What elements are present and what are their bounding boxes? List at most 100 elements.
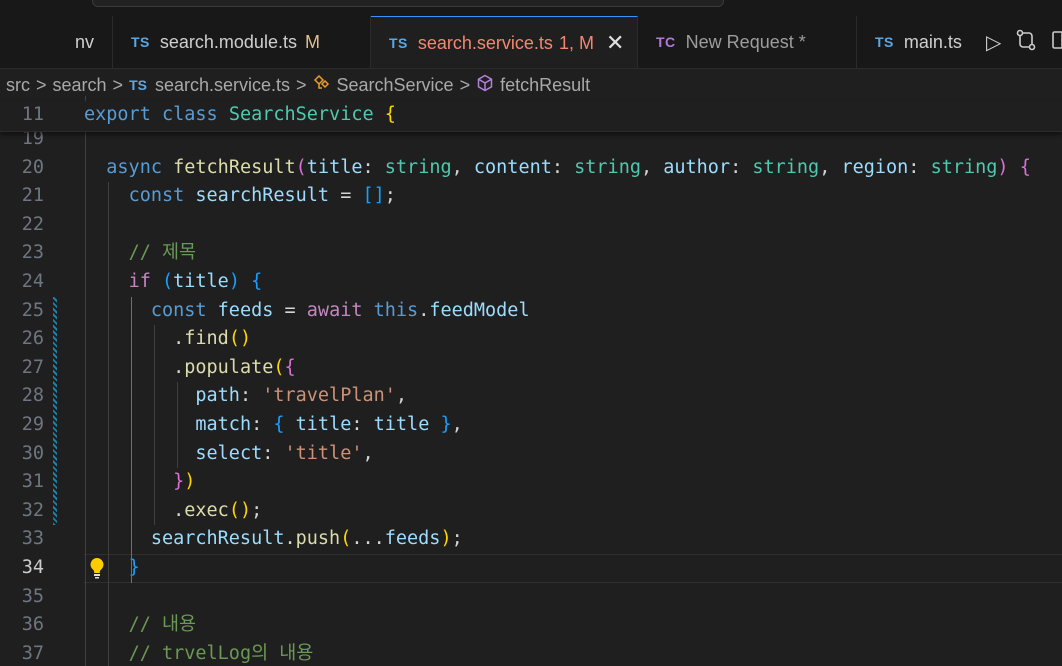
line-number: 32	[21, 499, 44, 521]
code-token: string	[574, 156, 641, 178]
lightbulb-icon[interactable]	[89, 557, 105, 579]
line-number: 26	[21, 328, 44, 350]
code-line[interactable]: 30 select: 'title',	[0, 440, 1062, 469]
code-token: populate	[184, 356, 274, 378]
line-number: 25	[21, 299, 44, 321]
method-icon	[476, 74, 494, 97]
vscode-window: nv TS search.module.ts M TS search.servi…	[0, 0, 1062, 666]
code-line[interactable]: 29 match: { title: title },	[0, 411, 1062, 440]
code-line[interactable]: 23 // 제목	[0, 239, 1062, 268]
code-token: :	[551, 156, 575, 178]
breadcrumb-method[interactable]: fetchResult	[500, 75, 590, 96]
code-token: exec	[184, 499, 229, 521]
code-line[interactable]: 20 async fetchResult(title: string, cont…	[0, 154, 1062, 183]
code-content: if (title) {	[84, 268, 263, 297]
code-token: ,	[819, 156, 842, 178]
tab-search-service[interactable]: TS search.service.ts 1, M ✕	[371, 16, 638, 68]
code-token: SearchService	[228, 104, 374, 125]
code-token: author	[663, 156, 731, 178]
line-number: 33	[21, 528, 44, 550]
line-number: 31	[21, 471, 44, 493]
line-number: 21	[21, 185, 44, 207]
code-content: // trvelLog의 내용	[84, 640, 314, 666]
code-token: (	[340, 528, 352, 550]
breadcrumb-folder-search[interactable]: search	[53, 75, 107, 96]
tab-status: M	[304, 31, 320, 52]
breadcrumb-file[interactable]: search.service.ts	[155, 75, 290, 96]
code-token: []	[362, 185, 385, 207]
code-token: ;	[251, 499, 263, 521]
code-line[interactable]: 32 .exec();	[0, 497, 1062, 526]
breadcrumb-folder-src[interactable]: src	[6, 75, 30, 96]
code-token: =	[329, 185, 363, 207]
code-token: )	[997, 156, 1009, 178]
split-editor-icon[interactable]	[1051, 29, 1062, 56]
code-token: :	[351, 414, 374, 435]
code-content: path: 'travelPlan',	[84, 382, 407, 411]
code-line[interactable]: 25 const feeds = await this.feedModel	[0, 297, 1062, 326]
code-line[interactable]: 37 // trvelLog의 내용	[0, 640, 1062, 666]
code-line[interactable]: 33 searchResult.push(...feeds);	[0, 525, 1062, 554]
breadcrumb: src > search > TS search.service.ts > Se…	[0, 69, 1062, 101]
code-line[interactable]: 28 path: 'travelPlan',	[0, 382, 1062, 411]
code-token: {	[284, 356, 296, 378]
code-token: {	[1019, 156, 1031, 178]
code-token: match	[195, 414, 252, 435]
code-editor[interactable]: 19 20 async fetchResult(title: string, co…	[0, 96, 1062, 666]
code-token: ,	[451, 156, 474, 178]
code-content: .find()	[84, 325, 251, 354]
code-token: )	[184, 471, 196, 493]
code-line[interactable]: 36 // 내용	[0, 611, 1062, 640]
editor-actions: ▷	[976, 16, 1062, 68]
tab-search-module[interactable]: TS search.module.ts M	[113, 16, 371, 68]
typescript-file-icon: TS	[129, 77, 147, 93]
code-token: .	[418, 299, 430, 321]
code-token: // 제목	[128, 242, 197, 264]
tab-new-request[interactable]: TC New Request *	[638, 16, 857, 68]
tab-env[interactable]: nv	[0, 16, 113, 68]
code-content: })	[84, 468, 195, 497]
code-token: title	[173, 271, 229, 292]
code-content: async fetchResult(title: string, content…	[84, 154, 1031, 183]
command-center[interactable]	[92, 0, 724, 7]
code-token: {	[251, 271, 263, 292]
indent-guide	[85, 96, 86, 666]
code-token: }	[173, 471, 185, 493]
code-token: .	[284, 528, 296, 550]
sticky-scroll-header[interactable]: 11 export class SearchService {	[0, 101, 1062, 132]
code-line[interactable]: 26 .find()	[0, 325, 1062, 354]
code-content: .populate({	[84, 354, 296, 383]
code-line[interactable]: 22	[0, 211, 1062, 240]
code-line[interactable]: 31 })	[0, 468, 1062, 497]
code-token: string	[930, 156, 998, 178]
code-line[interactable]: 27 .populate({	[0, 354, 1062, 383]
line-number: 28	[21, 385, 44, 407]
close-icon[interactable]: ✕	[606, 30, 624, 56]
line-number: 20	[21, 156, 44, 178]
breadcrumb-class[interactable]: SearchService	[337, 75, 454, 96]
code-token: fetchResult	[173, 156, 296, 178]
title-bar	[0, 0, 1062, 16]
code-token: ()	[228, 328, 252, 350]
code-line[interactable]: 24 if (title) {	[0, 268, 1062, 297]
compare-changes-icon[interactable]	[1015, 29, 1037, 56]
code-line[interactable]: 21 const searchResult = [];	[0, 182, 1062, 211]
line-number: 22	[21, 213, 44, 235]
code-token: title	[295, 414, 352, 435]
code-line[interactable]: 34 }	[0, 554, 1062, 583]
code-token: :	[239, 385, 263, 407]
code-token: class	[161, 104, 218, 125]
code-token: :	[908, 156, 931, 178]
code-token: feeds	[217, 299, 274, 321]
run-icon[interactable]: ▷	[986, 30, 1001, 54]
code-token: const	[150, 299, 207, 321]
code-line[interactable]: 35	[0, 583, 1062, 612]
code-token: 'travelPlan'	[262, 385, 396, 407]
